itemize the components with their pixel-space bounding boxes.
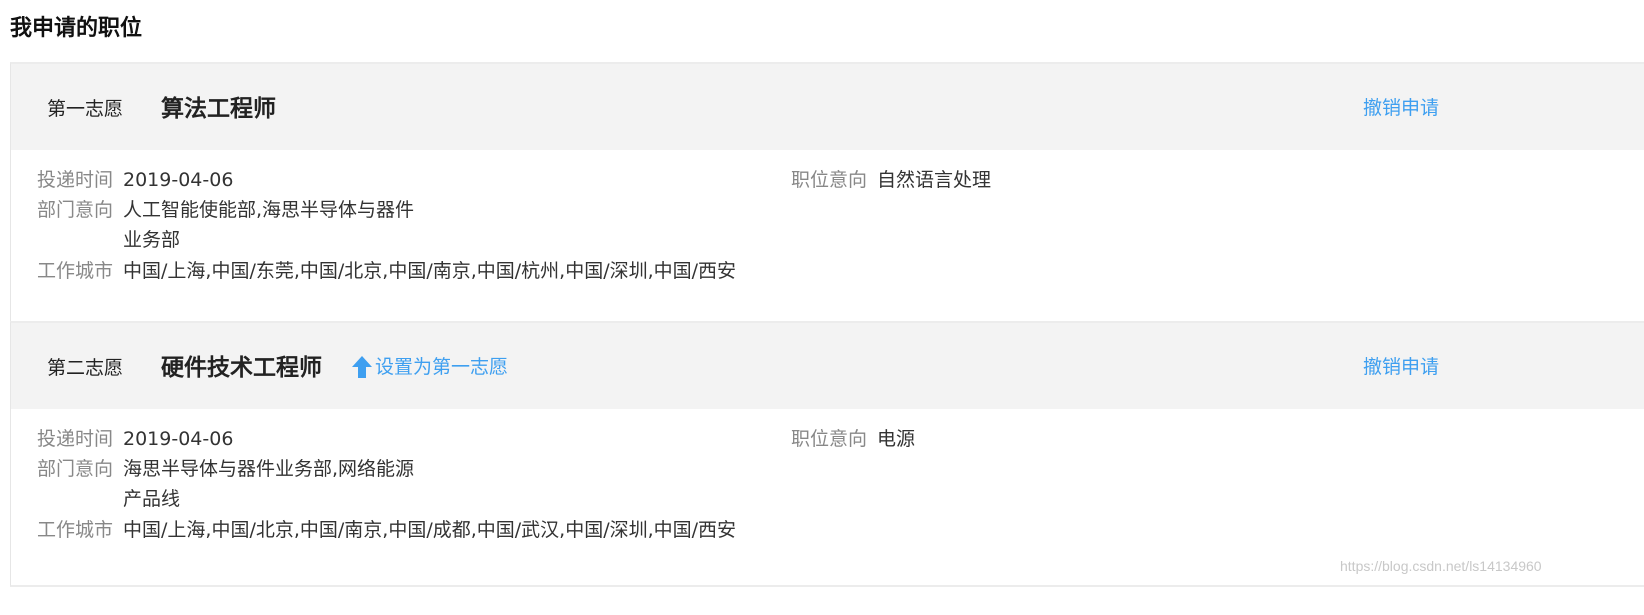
preference-label: 第一志愿 — [47, 98, 124, 120]
city-value: 中国/上海,中国/东莞,中国/北京,中国/南京,中国/杭州,中国/深圳,中国/西… — [123, 260, 737, 282]
job-title: 算法工程师 — [161, 96, 276, 122]
department-label: 部门意向 — [36, 458, 113, 480]
department-value: 海思半导体与器件业务部,网络能源 产品线 — [123, 454, 443, 514]
department-value-line: 产品线 — [123, 488, 181, 510]
page-title: 我申请的职位 — [10, 16, 143, 41]
position-intent-label: 职位意向 — [790, 169, 867, 191]
submit-time-label: 投递时间 — [36, 428, 113, 450]
department-value-line: 业务部 — [123, 229, 181, 251]
application-card-2: 第二志愿 硬件技术工程师 设置为第一志愿 撤销申请 投递时间 2019-04-0… — [10, 321, 1644, 587]
application-header-1: 第一志愿 算法工程师 撤销申请 — [11, 64, 1644, 150]
submit-time-value: 2019-04-06 — [123, 169, 234, 191]
position-intent-field: 职位意向 电源 — [777, 424, 915, 454]
preference-label: 第二志愿 — [47, 357, 124, 379]
submit-time-field: 投递时间 2019-04-06 — [23, 165, 233, 195]
department-field: 部门意向 海思半导体与器件业务部,网络能源 产品线 — [23, 454, 443, 514]
revoke-application-link[interactable]: 撤销申请 — [1363, 354, 1439, 380]
city-field: 工作城市 中国/上海,中国/北京,中国/南京,中国/成都,中国/武汉,中国/深圳… — [23, 515, 736, 545]
position-intent-field: 职位意向 自然语言处理 — [777, 165, 991, 195]
position-intent-value: 自然语言处理 — [877, 169, 992, 191]
application-card-1: 第一志愿 算法工程师 撤销申请 投递时间 2019-04-06 部门意向 人工智… — [10, 62, 1644, 323]
submit-time-label: 投递时间 — [36, 169, 113, 191]
submit-time-field: 投递时间 2019-04-06 — [23, 424, 233, 454]
page: 我申请的职位 第一志愿 算法工程师 撤销申请 投递时间 2019-04-06 部… — [0, 0, 1644, 615]
department-field: 部门意向 人工智能使能部,海思半导体与器件 业务部 — [23, 195, 443, 255]
job-title: 硬件技术工程师 — [161, 355, 322, 381]
city-label: 工作城市 — [36, 519, 113, 541]
arrow-up-icon — [352, 356, 372, 378]
city-value: 中国/上海,中国/北京,中国/南京,中国/成都,中国/武汉,中国/深圳,中国/西… — [123, 519, 737, 541]
department-value-line: 人工智能使能部,海思半导体与器件 — [123, 199, 415, 221]
position-intent-value: 电源 — [877, 428, 916, 450]
revoke-application-link[interactable]: 撤销申请 — [1363, 95, 1439, 121]
set-first-preference-label: 设置为第一志愿 — [375, 356, 509, 378]
submit-time-value: 2019-04-06 — [123, 428, 234, 450]
department-label: 部门意向 — [36, 199, 113, 221]
department-value-line: 海思半导体与器件业务部,网络能源 — [123, 458, 415, 480]
city-label: 工作城市 — [36, 260, 113, 282]
application-header-2: 第二志愿 硬件技术工程师 设置为第一志愿 撤销申请 — [11, 323, 1644, 409]
set-first-preference-link[interactable]: 设置为第一志愿 — [351, 354, 508, 380]
city-field: 工作城市 中国/上海,中国/东莞,中国/北京,中国/南京,中国/杭州,中国/深圳… — [23, 256, 736, 286]
position-intent-label: 职位意向 — [790, 428, 867, 450]
watermark: https://blog.csdn.net/ls14134960 — [1340, 558, 1542, 574]
department-value: 人工智能使能部,海思半导体与器件 业务部 — [123, 195, 443, 255]
